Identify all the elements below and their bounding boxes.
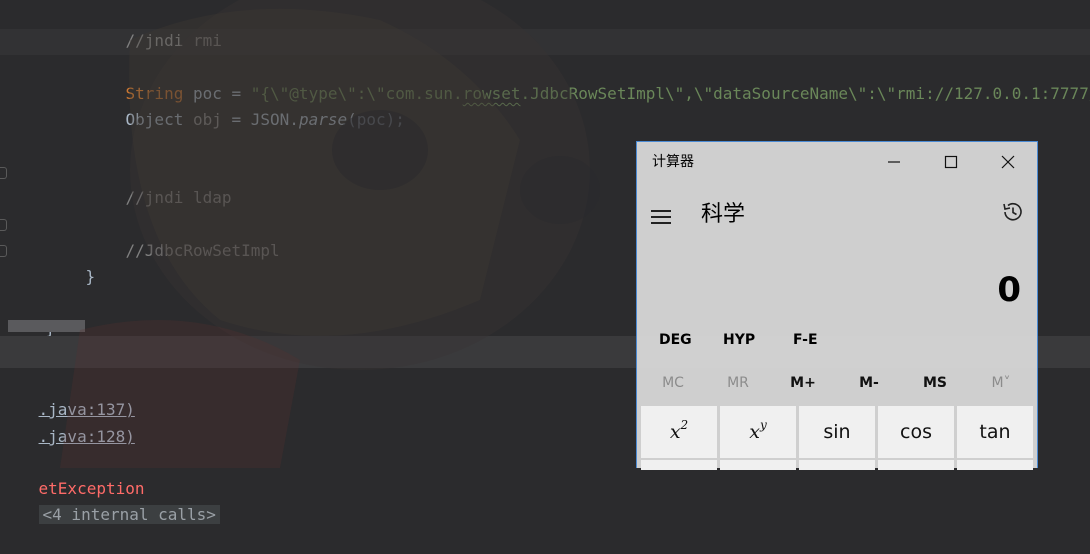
parse-method: parse (298, 110, 348, 129)
title-bar[interactable]: 计算器 (637, 142, 1037, 182)
maximize-button[interactable] (923, 142, 979, 182)
key-partial[interactable] (641, 460, 717, 470)
square-base: x (669, 421, 681, 443)
memory-list-button[interactable]: M˅ (969, 371, 1033, 395)
json-class: = JSON. (221, 110, 299, 129)
fold-marker-icon[interactable] (0, 167, 7, 179)
code-line-brace-outer[interactable]: } (7, 290, 56, 336)
hyp-button[interactable]: HYP (723, 328, 755, 352)
poc-string-b: .JdbcRowSetImpl\",\"dataSourceName\":\"r… (520, 84, 1090, 103)
fold-marker-icon[interactable] (0, 219, 7, 231)
memory-clear-button[interactable]: MC (641, 371, 705, 395)
cos-key[interactable]: cos (878, 406, 954, 458)
hamburger-menu-icon[interactable] (651, 210, 671, 224)
code-line-brace-inner[interactable]: } (47, 238, 96, 286)
key-partial[interactable] (878, 460, 954, 470)
result-display: 0 (997, 270, 1021, 310)
power-key[interactable]: xy (720, 406, 796, 458)
console-line: .java:128) (0, 398, 135, 446)
power-exponent: y (759, 418, 767, 432)
code-line-comment-jdbc[interactable]: //JdbcRowSetImpl (87, 212, 280, 260)
poc-string-typo: rowset (462, 84, 521, 103)
minimize-icon (888, 161, 900, 163)
exception-text: etException (38, 479, 145, 498)
memory-recall-button[interactable]: MR (706, 371, 770, 395)
code-line-parse[interactable]: Object obj = JSON.parse(poc); (87, 81, 405, 129)
memory-subtract-button[interactable]: M- (837, 371, 901, 395)
parse-args: (poc); (347, 110, 405, 129)
memory-store-button[interactable]: MS (903, 371, 967, 395)
key-partial[interactable] (957, 460, 1033, 470)
key-partial[interactable] (720, 460, 796, 470)
closing-brace: } (85, 267, 96, 286)
square-exponent: 2 (680, 418, 689, 432)
horizontal-scrollbar[interactable] (8, 320, 85, 332)
fold-marker-icon[interactable] (0, 245, 7, 257)
window-title: 计算器 (652, 154, 694, 170)
power-base: x (749, 421, 760, 443)
console-line: etException <4 internal calls> (0, 450, 220, 524)
code-line-comment-ldap[interactable]: //jndi ldap (87, 159, 232, 207)
tan-key[interactable]: tan (957, 406, 1033, 458)
deg-button[interactable]: DEG (659, 328, 692, 352)
comment-text: //jndi rmi (125, 31, 222, 50)
console-line: .java:137) (0, 371, 135, 419)
sin-key[interactable]: sin (799, 406, 875, 458)
maximize-icon (944, 155, 958, 169)
next-key-row (641, 460, 1035, 470)
calculator-window[interactable]: 计算器 科学 0 DEG HYP F-E MC MR M+ M- MS M˅ x… (636, 141, 1038, 470)
fe-button[interactable]: F-E (793, 328, 818, 352)
close-icon (1001, 155, 1015, 169)
comment-text: //jndi ldap (125, 188, 232, 207)
close-button[interactable] (980, 142, 1036, 182)
history-icon[interactable] (1000, 199, 1026, 225)
object-type: Object (125, 110, 193, 129)
mode-title: 科学 (701, 202, 746, 227)
comment-text: //JdbcRowSetImpl (125, 241, 280, 260)
internal-calls-fold[interactable]: <4 internal calls> (38, 505, 220, 524)
key-partial[interactable] (799, 460, 875, 470)
memory-add-button[interactable]: M+ (771, 371, 835, 395)
code-line-comment-rmi[interactable]: //jndi rmi (87, 2, 222, 50)
stacktrace-link[interactable]: .java:128) (39, 427, 135, 446)
obj-variable: obj (192, 110, 222, 129)
minimize-button[interactable] (866, 142, 922, 182)
code-line-poc[interactable]: String poc = "{\"@type\":\"com.sun.rowse… (87, 55, 1090, 103)
square-key[interactable]: x2 (641, 406, 717, 458)
function-key-row: x2 xy sin cos tan (641, 406, 1035, 458)
